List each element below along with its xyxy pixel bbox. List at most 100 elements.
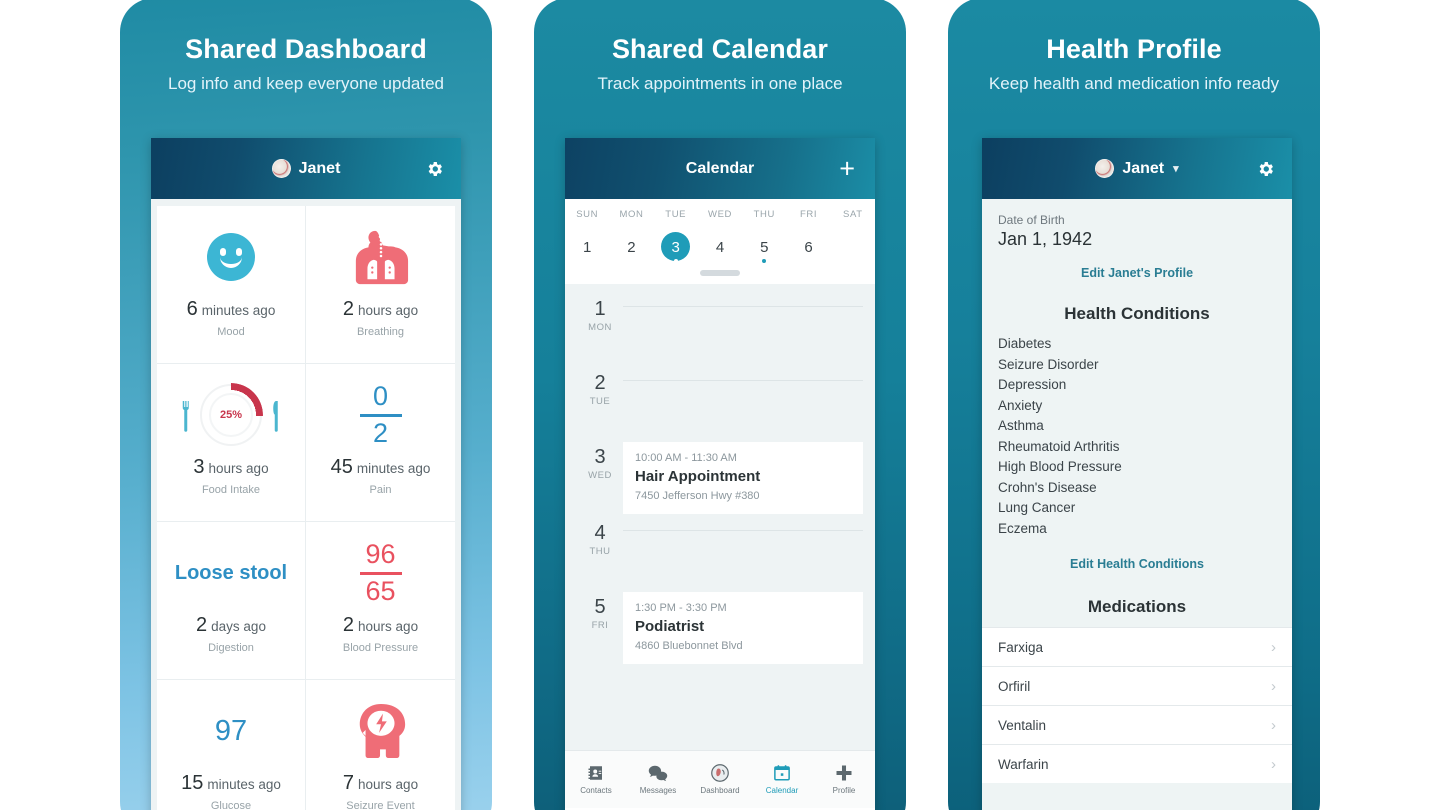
list-item: Eczema	[998, 520, 1047, 536]
agenda-empty-slot[interactable]	[623, 380, 863, 442]
health-profile-body: Date of Birth Jan 1, 1942 Edit Janet's P…	[982, 199, 1292, 810]
drag-handle[interactable]	[700, 270, 740, 276]
dashboard-body: 6 minutes ago Mood 2 hours ago Breathing…	[151, 199, 461, 810]
event-dot	[762, 259, 767, 263]
tile-timestamp: 3 hours ago	[193, 456, 268, 479]
edit-profile-link[interactable]: Edit Janet's Profile	[998, 266, 1276, 280]
agenda-row: 3 WED 10:00 AM - 11:30 AM Hair Appointme…	[565, 442, 875, 518]
tile-blood-pressure[interactable]: 96 65 2 hours ago Blood Pressure	[306, 522, 455, 680]
tile-time-number: 2	[342, 614, 355, 636]
agenda-day-number: 4	[594, 522, 606, 544]
fork-icon	[182, 401, 189, 432]
event-title: Podiatrist	[635, 618, 705, 635]
date-cell[interactable]: 5	[742, 230, 786, 264]
tab-messages[interactable]: Messages	[627, 765, 689, 795]
tile-timestamp: 6 minutes ago	[187, 298, 276, 321]
date-cell[interactable]: 1	[565, 230, 609, 264]
digestion-text: Loose stool	[174, 561, 288, 584]
medication-name: Ventalin	[998, 717, 1047, 733]
chevron-right-icon: ›	[1271, 755, 1276, 773]
profile-icon	[836, 765, 852, 781]
calendar-week-strip: SUN MON TUE WED THU FRI SAT 1 2 3 4 5 6	[565, 199, 875, 284]
health-conditions-heading: Health Conditions	[1064, 304, 1210, 323]
bp-diastolic: 65	[365, 575, 396, 606]
medication-name: Warfarin	[998, 756, 1049, 772]
user-selector[interactable]: Janet ▾	[1095, 159, 1179, 178]
date-number: 3	[671, 238, 680, 256]
date-cell[interactable]: 2	[609, 230, 653, 264]
agenda-day: 4 THU	[577, 518, 623, 592]
agenda-day-weekday: THU	[589, 546, 611, 557]
agenda-day: 5 FRI	[577, 592, 623, 668]
weekday-header: SUN MON TUE WED THU FRI SAT	[565, 209, 875, 220]
medication-row[interactable]: Farxiga ›	[982, 627, 1292, 666]
panel-subtitle: Track appointments in one place	[597, 74, 843, 93]
date-cell-selected[interactable]: 3	[654, 230, 698, 264]
agenda-empty-slot[interactable]	[623, 530, 863, 592]
list-item: Lung Cancer	[998, 500, 1076, 515]
tab-contacts[interactable]: Contacts	[565, 764, 627, 795]
agenda-event-card[interactable]: 1:30 PM - 3:30 PM Podiatrist 4860 Bluebo…	[623, 592, 863, 664]
tile-time-unit: minutes ago	[201, 303, 276, 318]
edit-health-conditions-link[interactable]: Edit Health Conditions	[982, 557, 1292, 571]
list-item: Rheumatoid Arthritis	[998, 438, 1120, 454]
smiley-icon	[157, 220, 305, 294]
tab-profile[interactable]: Profile	[813, 764, 875, 795]
medication-row[interactable]: Warfarin ›	[982, 744, 1292, 783]
tab-dashboard[interactable]: Dashboard	[689, 764, 751, 795]
list-item: High Blood Pressure	[998, 459, 1122, 474]
medication-name: Farxiga	[998, 639, 1044, 655]
glucose-value: 97	[157, 694, 305, 768]
agenda-event-card[interactable]: 10:00 AM - 11:30 AM Hair Appointment 745…	[623, 442, 863, 514]
tile-time-unit: minutes ago	[207, 777, 281, 792]
event-time: 1:30 PM - 3:30 PM	[635, 602, 727, 614]
tile-digestion[interactable]: Loose stool 2 days ago Digestion	[157, 522, 306, 680]
tile-time-unit: hours ago	[358, 303, 419, 318]
medication-row[interactable]: Ventalin ›	[982, 705, 1292, 744]
date-number: 4	[715, 238, 725, 256]
date-cell[interactable]: 6	[786, 230, 830, 264]
date-cell[interactable]	[831, 230, 875, 264]
plus-icon[interactable]: +	[839, 155, 855, 182]
tile-timestamp: 15 minutes ago	[181, 772, 281, 795]
date-cell[interactable]: 4	[698, 230, 742, 264]
agenda-empty-slot[interactable]	[623, 306, 863, 368]
dob-value: Jan 1, 1942	[998, 229, 1093, 249]
agenda-day: 2 TUE	[577, 368, 623, 442]
date-number: 1	[582, 238, 592, 256]
user-selector[interactable]: Janet	[271, 159, 341, 178]
tile-time-number: 7	[342, 772, 355, 794]
gear-icon[interactable]	[425, 159, 444, 178]
agenda-list[interactable]: 1 MON 2 TUE 3 WED 10:00 AM - 11:30 AM Ha…	[565, 284, 875, 750]
tile-mood[interactable]: 6 minutes ago Mood	[157, 206, 306, 364]
app-store-screenshot-set: Shared Dashboard Log info and keep every…	[0, 0, 1440, 810]
tile-food-intake[interactable]: 25% 3 hours ago Food Intake	[157, 364, 306, 522]
dob-block: Date of Birth Jan 1, 1942 Edit Janet's P…	[982, 199, 1292, 280]
contacts-icon	[588, 766, 602, 780]
tile-glucose[interactable]: 97 15 minutes ago Glucose	[157, 680, 306, 810]
food-intake-donut: 25%	[199, 383, 263, 447]
agenda-day-number: 5	[594, 596, 606, 618]
tab-label: Calendar	[765, 786, 799, 795]
agenda-day-number: 3	[594, 446, 606, 468]
agenda-day: 1 MON	[577, 294, 623, 368]
tile-pain[interactable]: 0 2 45 minutes ago Pain	[306, 364, 455, 522]
panel-title: Health Profile	[1046, 34, 1222, 64]
agenda-day-weekday: MON	[588, 322, 612, 333]
tab-calendar[interactable]: Calendar	[751, 764, 813, 795]
user-name: Janet	[298, 159, 341, 177]
tile-breathing[interactable]: 2 hours ago Breathing	[306, 206, 455, 364]
weekday-label: MON	[619, 209, 644, 220]
knife-icon	[273, 401, 278, 432]
date-number: 2	[627, 238, 636, 256]
event-address: 7450 Jefferson Hwy #380	[635, 490, 760, 502]
panel-title: Shared Calendar	[611, 34, 829, 64]
medication-row[interactable]: Orfiril ›	[982, 666, 1292, 705]
chevron-down-icon: ▾	[1173, 163, 1179, 175]
gear-icon[interactable]	[1256, 159, 1275, 178]
panel-shared-dashboard: Shared Dashboard Log info and keep every…	[120, 0, 492, 810]
tile-seizure-event[interactable]: 7 hours ago Seizure Event	[306, 680, 455, 810]
chevron-right-icon: ›	[1271, 716, 1276, 734]
panel-subtitle: Log info and keep everyone updated	[167, 74, 444, 93]
bp-systolic: 96	[365, 538, 396, 569]
